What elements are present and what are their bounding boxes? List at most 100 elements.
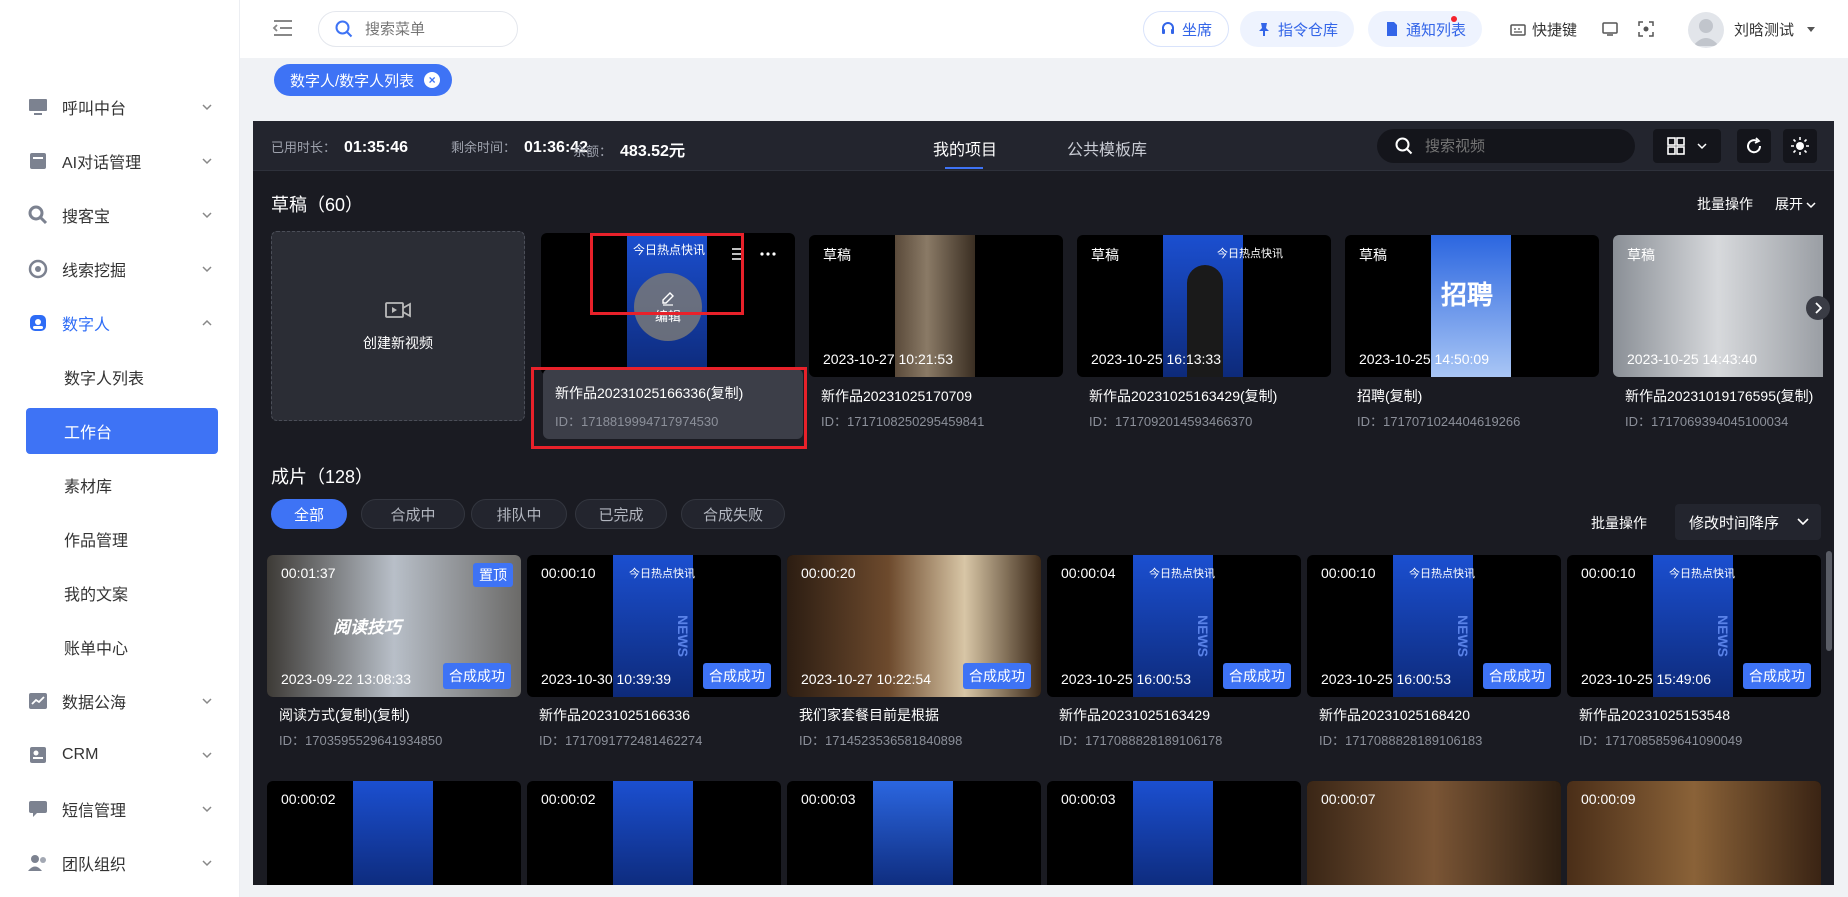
pin-icon <box>1259 23 1269 36</box>
draft-date: 2023-10-25 14:43:40 <box>1627 351 1757 367</box>
finished-card-thumbnail[interactable]: 00:00:20 2023-10-27 10:22:54 合成成功 <box>787 555 1041 697</box>
monitor-icon <box>28 97 48 117</box>
draft-card-thumbnail[interactable]: 草稿 2023-10-25 14:43:40 <box>1613 235 1823 377</box>
highlight-box-card-info <box>531 367 807 449</box>
fullscreen-icon[interactable] <box>1638 21 1654 37</box>
draft-card-title: 新作品20231019176595(复制) <box>1625 388 1814 404</box>
video-date: 2023-10-25 16:00:53 <box>1321 671 1451 687</box>
create-new-video-card[interactable]: 创建新视频 <box>271 231 525 421</box>
finished-card-thumbnail[interactable]: 今日热点快讯 NEWS 00:00:10 2023-10-30 10:39:39… <box>527 555 781 697</box>
finished-card-thumbnail[interactable]: 阅读技巧 00:01:37 置顶 2023-09-22 13:08:33 合成成… <box>267 555 521 697</box>
filter-queued[interactable]: 排队中 <box>471 499 567 529</box>
grid-view-icon <box>1667 137 1685 155</box>
menu-search-input[interactable] <box>365 20 495 38</box>
draft-card-thumbnail[interactable]: 招聘 草稿 2023-10-25 14:50:09 <box>1345 235 1599 377</box>
view-mode-dropdown[interactable] <box>1653 129 1721 163</box>
filter-all[interactable]: 全部 <box>271 499 347 529</box>
unread-dot <box>1451 16 1457 22</box>
finished-card-thumbnail[interactable]: 00:00:07 <box>1307 781 1561 885</box>
sidebar-subitem-workbench[interactable]: 工作台 <box>26 408 218 454</box>
carousel-next-button[interactable] <box>1806 296 1830 320</box>
collapse-menu-icon[interactable] <box>272 18 294 38</box>
sidebar-item-search-customer[interactable]: 搜客宝 <box>0 188 240 242</box>
sidebar-item-call-center[interactable]: 呼叫中台 <box>0 80 240 134</box>
finished-card-thumbnail[interactable]: 00:00:02 <box>527 781 781 885</box>
filter-completed[interactable]: 已完成 <box>575 499 667 529</box>
sidebar-item-sms[interactable]: 短信管理 <box>0 782 240 836</box>
sidebar-subitem-my-copy[interactable]: 我的文案 <box>0 566 240 620</box>
finished-card-thumbnail[interactable]: 00:00:02 <box>267 781 521 885</box>
sidebar-item-crm[interactable]: CRM <box>0 728 240 782</box>
finished-card-thumbnail[interactable]: 今日热点快讯 NEWS 00:00:04 2023-10-25 16:00:53… <box>1047 555 1301 697</box>
draft-card-id: ID：1717108250295459841 <box>821 414 985 429</box>
sidebar-item-data-pool[interactable]: 数据公海 <box>0 674 240 728</box>
keyboard-icon <box>1510 23 1526 36</box>
page-tag[interactable]: 数字人/数字人列表 × <box>274 64 453 96</box>
sidebar-item-ai-dialog[interactable]: AI对话管理 <box>0 134 240 188</box>
filter-failed[interactable]: 合成失败 <box>681 499 785 529</box>
finished-batch-button[interactable]: 批量操作 <box>1591 513 1647 533</box>
sidebar-item-lead-mining[interactable]: 线索挖掘 <box>0 242 240 296</box>
seat-button[interactable]: 坐席 <box>1143 11 1230 47</box>
video-duration: 00:00:02 <box>541 791 596 807</box>
news-side-text: NEWS <box>675 615 691 657</box>
sidebar-subitem-material-library[interactable]: 素材库 <box>0 458 240 512</box>
finished-card-thumbnail[interactable]: 今日热点快讯 NEWS 00:00:10 2023-10-25 15:49:06… <box>1567 555 1821 697</box>
message-icon <box>28 799 48 819</box>
avatar[interactable] <box>1688 12 1724 48</box>
notification-list-button[interactable]: 通知列表 <box>1368 11 1483 47</box>
finished-card-title: 我们家套餐目前是根据 <box>799 707 939 723</box>
scrollbar[interactable] <box>1826 551 1832 651</box>
video-duration: 00:00:10 <box>1581 565 1636 581</box>
draft-card-thumbnail[interactable]: 草稿 2023-10-27 10:21:53 <box>809 235 1063 377</box>
video-date: 2023-10-30 10:39:39 <box>541 671 671 687</box>
draft-tag: 草稿 <box>1359 247 1387 263</box>
close-icon[interactable]: × <box>424 72 441 88</box>
create-new-video-label: 创建新视频 <box>363 335 433 351</box>
video-date: 2023-10-25 16:00:53 <box>1061 671 1191 687</box>
drafts-batch-button[interactable]: 批量操作 <box>1697 194 1753 214</box>
expand-label: 展开 <box>1775 196 1803 212</box>
notification-list-label: 通知列表 <box>1406 21 1467 39</box>
tab-my-projects[interactable]: 我的项目 <box>933 136 997 160</box>
refresh-button[interactable] <box>1737 129 1771 163</box>
filter-synthesizing[interactable]: 合成中 <box>361 499 465 529</box>
sidebar-subitem-works-management[interactable]: 作品管理 <box>0 512 240 566</box>
sidebar-item-label: AI对话管理 <box>62 155 142 172</box>
finished-card-thumbnail[interactable]: 今日热点快讯 NEWS 00:00:10 2023-10-25 16:00:53… <box>1307 555 1561 697</box>
status-badge: 合成成功 <box>1483 663 1551 689</box>
finished-card-id: ID：1717091772481462274 <box>539 733 703 748</box>
command-repository-button[interactable]: 指令仓库 <box>1240 11 1355 47</box>
draft-card-thumbnail[interactable]: 今日热点快讯 草稿 2023-10-25 16:13:33 <box>1077 235 1331 377</box>
user-name: 刘晗测试 <box>1734 22 1795 39</box>
chevron-down-icon <box>202 806 212 813</box>
sidebar-subitem-digital-human-list[interactable]: 数字人列表 <box>0 350 240 404</box>
finished-card-thumbnail[interactable]: 00:00:03 <box>787 781 1041 885</box>
video-search-input[interactable] <box>1425 137 1605 155</box>
sidebar-item-label: 搜客宝 <box>62 209 111 226</box>
reading-tips-text: 阅读技巧 <box>333 618 401 637</box>
finished-card-thumbnail[interactable]: 00:00:03 <box>1047 781 1301 885</box>
user-menu[interactable]: 刘晗测试 <box>1734 19 1816 40</box>
theme-toggle-button[interactable] <box>1783 129 1817 163</box>
finished-card-title: 新作品20231025153548 <box>1579 707 1731 723</box>
news-banner-text: 今日热点快讯 <box>1217 248 1283 260</box>
tab-public-templates[interactable]: 公共模板库 <box>1067 136 1147 160</box>
menu-search-box[interactable] <box>318 11 518 47</box>
screen-share-icon[interactable] <box>1602 21 1618 37</box>
drafts-expand-button[interactable]: 展开 <box>1775 194 1816 214</box>
document-icon <box>28 151 48 171</box>
chevron-down-icon <box>202 104 212 111</box>
sidebar-item-label: 数据公海 <box>62 695 127 712</box>
video-duration: 00:00:04 <box>1061 565 1116 581</box>
finished-card-thumbnail[interactable]: 00:00:09 <box>1567 781 1821 885</box>
video-duration: 00:00:03 <box>801 791 856 807</box>
video-search-box[interactable] <box>1377 129 1635 163</box>
news-side-text: NEWS <box>1195 615 1211 657</box>
sidebar-item-digital-human[interactable]: 数字人 <box>0 296 240 350</box>
sidebar-subitem-billing-center[interactable]: 账单中心 <box>0 620 240 674</box>
sidebar-item-team[interactable]: 团队组织 <box>0 836 240 890</box>
shortcut-button[interactable]: 快捷键 <box>1510 19 1577 40</box>
more-icon[interactable] <box>759 251 777 257</box>
sort-select[interactable]: 修改时间降序 <box>1675 504 1821 540</box>
